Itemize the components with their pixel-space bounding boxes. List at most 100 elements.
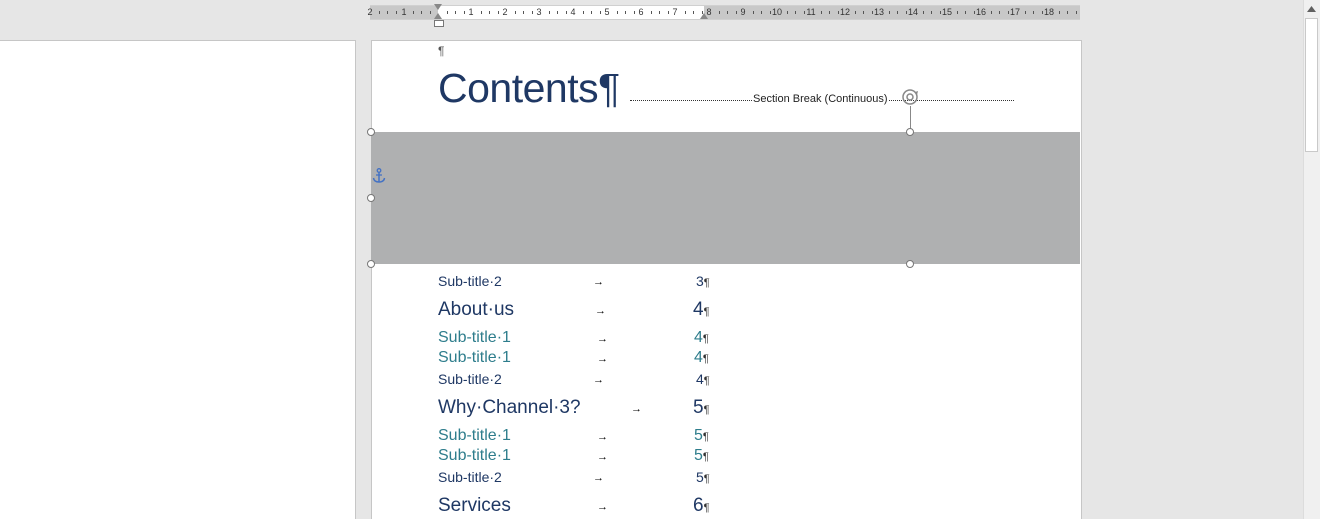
- ruler-tick: [599, 11, 601, 14]
- toc-page-value: 3: [696, 273, 704, 289]
- hanging-indent-marker[interactable]: [434, 13, 442, 19]
- toc-page-value: 4: [693, 299, 704, 320]
- toc-entry[interactable]: Sub-title·1 → 4¶: [438, 349, 709, 367]
- ruler-tick: [429, 11, 431, 14]
- ruler-number: 14: [907, 7, 919, 17]
- ruler-tick: [863, 11, 864, 14]
- toc-page-number: 6¶: [693, 495, 710, 517]
- toc-entry[interactable]: Sub-title·1 → 5¶: [438, 447, 709, 465]
- ruler-tick: [786, 11, 788, 14]
- paragraph-mark: ¶: [702, 353, 709, 365]
- ruler-tick: [455, 11, 456, 14]
- ruler-tick: [667, 11, 669, 14]
- ruler-tick: [616, 11, 618, 14]
- horizontal-ruler[interactable]: 2 1 1 2 3 4 5 6 7 8 9 10 11 12 13 14 15 …: [367, 4, 1080, 27]
- ruler-number: 11: [806, 7, 816, 17]
- ruler-tick: [837, 11, 839, 14]
- ruler-tick: [956, 11, 958, 14]
- tab-arrow: →: [593, 374, 604, 386]
- toc-page-number: 4¶: [696, 371, 710, 387]
- ruler-tick: [905, 11, 907, 14]
- toc-entry-text: Sub-title·1: [438, 447, 511, 464]
- paragraph-mark: ¶: [703, 404, 710, 416]
- toc-page-value: 5: [694, 447, 703, 464]
- toc-entry-text: Sub-title·2: [438, 273, 502, 289]
- ruler-tick: [531, 11, 533, 14]
- toc-entry[interactable]: About·us → 4¶: [438, 299, 710, 321]
- toc-page-number: 3¶: [696, 273, 710, 289]
- first-line-indent-marker[interactable]: [434, 4, 442, 10]
- ruler-tick: [387, 11, 388, 14]
- resize-handle-top-left[interactable]: [367, 128, 375, 136]
- left-indent-marker[interactable]: [434, 20, 444, 27]
- toc-entry[interactable]: Sub-title·2 → 3¶: [438, 273, 710, 289]
- tab-arrow: →: [597, 501, 608, 513]
- paragraph-mark: ¶: [703, 277, 710, 289]
- toc-page-value: 5: [694, 427, 703, 444]
- resize-handle-bottom-left[interactable]: [367, 260, 375, 268]
- ruler-number: 5: [604, 7, 610, 17]
- toc-entry[interactable]: Sub-title·1 → 4¶: [438, 329, 709, 347]
- ruler-number: 7: [672, 7, 678, 17]
- ruler-number: 12: [839, 7, 851, 17]
- tab-arrow: →: [597, 353, 608, 365]
- resize-handle-middle-left[interactable]: [367, 194, 375, 202]
- tab-arrow: →: [597, 333, 608, 345]
- ruler-tick: [965, 11, 966, 14]
- scrollbar-thumb[interactable]: [1305, 18, 1318, 152]
- ruler-tick: [735, 11, 737, 14]
- ruler-number: 4: [570, 7, 576, 17]
- gray-rectangle-shape[interactable]: [371, 132, 1080, 264]
- ruler-tick: [820, 11, 822, 14]
- scroll-up-icon[interactable]: [1303, 0, 1320, 17]
- toc-page-value: 4: [694, 349, 703, 366]
- toc-entry[interactable]: Sub-title·2 → 5¶: [438, 469, 710, 485]
- ruler-tick: [922, 11, 924, 14]
- ruler-tick: [888, 11, 890, 14]
- toc-entry[interactable]: Why·Channel·3? → 5¶: [438, 397, 710, 419]
- ruler-number: 1: [401, 7, 407, 17]
- tab-arrow: →: [631, 403, 642, 415]
- ruler-tick: [548, 11, 550, 14]
- anchor-icon[interactable]: [372, 168, 386, 184]
- toc-entry[interactable]: Sub-title·2 → 4¶: [438, 371, 710, 387]
- ruler-tick: [378, 11, 380, 14]
- ruler-tick: [752, 11, 754, 14]
- contents-heading[interactable]: Contents¶: [438, 64, 620, 112]
- ruler-tick: [565, 11, 567, 14]
- toc-page-value: 4: [696, 371, 704, 387]
- toc-entry-text: Sub-title·1: [438, 427, 511, 444]
- toc-page-number: 5¶: [693, 397, 710, 419]
- ruler-tick: [659, 11, 660, 14]
- ruler-tick: [973, 11, 975, 14]
- previous-page: [0, 40, 356, 519]
- section-break: Section Break (Continuous): [630, 92, 1014, 106]
- toc-entry-text: About·us: [438, 299, 515, 320]
- toc-page-number: 4¶: [694, 349, 709, 367]
- ruler-tick: [421, 11, 422, 14]
- ruler-tick: [795, 11, 796, 14]
- ruler-number: 9: [740, 7, 746, 17]
- ruler-tick: [625, 11, 626, 14]
- resize-handle-bottom-center[interactable]: [906, 260, 914, 268]
- rotate-handle-icon[interactable]: [901, 88, 919, 106]
- word-window: 2 1 1 2 3 4 5 6 7 8 9 10 11 12 13 14 15 …: [0, 0, 1320, 519]
- ruler-tick: [684, 11, 686, 14]
- ruler-tick: [990, 11, 992, 14]
- ruler-number: 6: [638, 7, 644, 17]
- ruler-tick: [803, 11, 805, 14]
- ruler-tick: [854, 11, 856, 14]
- toc-entry[interactable]: Services → 6¶: [438, 495, 710, 517]
- resize-handle-top-center[interactable]: [906, 128, 914, 136]
- ruler-tick: [633, 11, 635, 14]
- ruler-tick: [523, 11, 524, 14]
- toc-page-number: 4¶: [694, 329, 709, 347]
- ruler-tick: [701, 11, 703, 14]
- tab-arrow: →: [593, 276, 604, 288]
- toc-entry[interactable]: Sub-title·1 → 5¶: [438, 427, 709, 445]
- ruler-tick: [769, 11, 771, 14]
- ruler-tick: [591, 11, 592, 14]
- toc-page-value: 6: [693, 495, 704, 516]
- toc-entry-text: Sub-title·2: [438, 371, 502, 387]
- section-break-label: Section Break (Continuous): [752, 92, 889, 106]
